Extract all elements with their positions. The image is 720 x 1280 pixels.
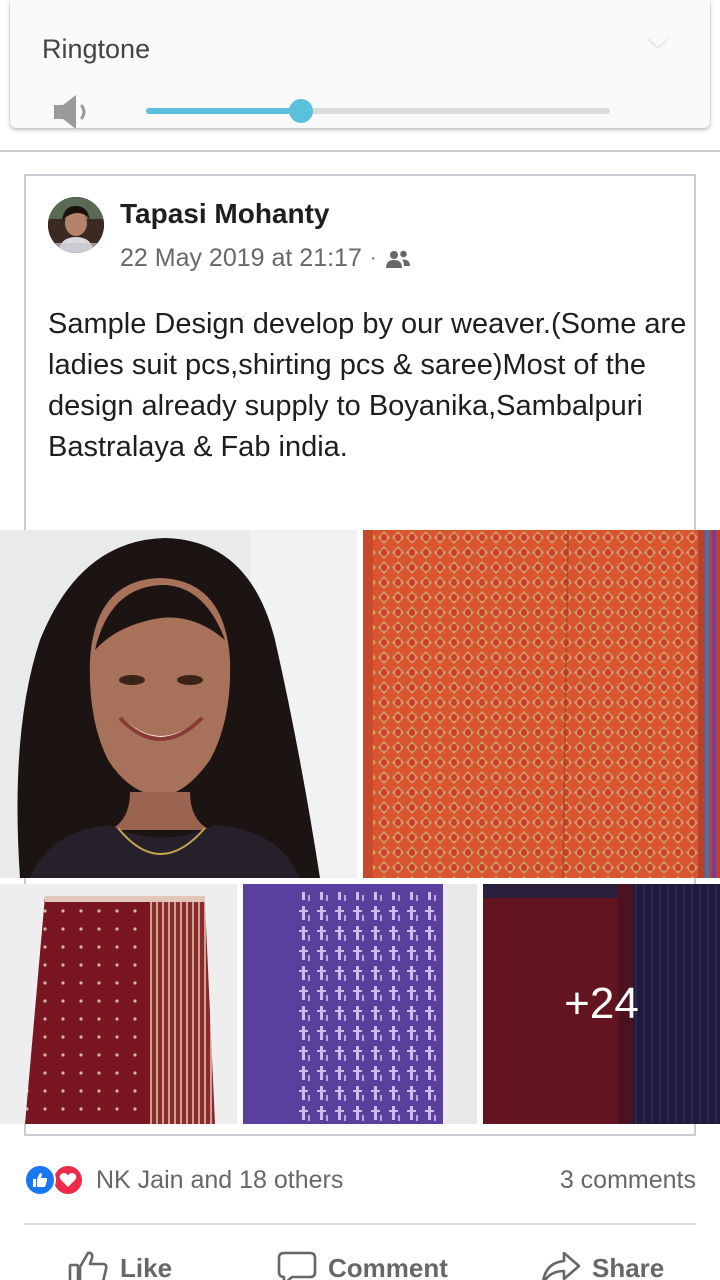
post-timestamp[interactable]: 22 May 2019 at 21:17 bbox=[120, 244, 362, 273]
reaction-icons bbox=[24, 1164, 90, 1196]
volume-slider-thumb[interactable] bbox=[288, 99, 313, 123]
divider bbox=[24, 1223, 696, 1225]
divider bbox=[0, 150, 720, 152]
like-reaction-icon bbox=[24, 1164, 56, 1196]
chevron-down-icon[interactable] bbox=[646, 36, 670, 52]
like-label: Like bbox=[120, 1252, 173, 1280]
comment-label: Comment bbox=[328, 1252, 448, 1280]
volume-slider-fill bbox=[146, 108, 301, 114]
meta-separator: · bbox=[369, 247, 377, 269]
volume-panel: Ringtone bbox=[10, 0, 710, 129]
post-author-name[interactable]: Tapasi Mohanty bbox=[120, 198, 330, 230]
love-reaction-icon bbox=[52, 1164, 84, 1196]
more-photos-count: +24 bbox=[564, 979, 639, 1028]
share-label: Share bbox=[592, 1252, 665, 1280]
post-photo-purple-saree[interactable] bbox=[243, 884, 477, 1124]
volume-stream-title: Ringtone bbox=[42, 34, 151, 64]
post-photo-more[interactable]: +24 bbox=[483, 884, 720, 1124]
share-icon bbox=[542, 1251, 581, 1280]
volume-slider[interactable] bbox=[146, 99, 610, 123]
comments-count[interactable]: 3 comments bbox=[560, 1166, 696, 1195]
friends-icon bbox=[385, 250, 410, 268]
post-photo-orange-saree[interactable] bbox=[363, 530, 720, 878]
reactions-row[interactable]: NK Jain and 18 others 3 comments bbox=[24, 1160, 696, 1200]
post-meta: 22 May 2019 at 21:17 · bbox=[120, 244, 411, 273]
comment-icon bbox=[277, 1251, 317, 1280]
thumbs-up-icon bbox=[68, 1251, 108, 1280]
post-text: Sample Design develop by our weaver.(Som… bbox=[48, 308, 687, 463]
avatar[interactable] bbox=[48, 197, 104, 253]
speaker-icon[interactable] bbox=[50, 92, 98, 132]
comment-button[interactable]: Comment bbox=[276, 1246, 448, 1280]
share-button[interactable]: Share bbox=[540, 1246, 664, 1280]
post-photo-portrait[interactable] bbox=[0, 530, 357, 878]
like-button[interactable]: Like bbox=[68, 1246, 172, 1280]
more-photos-overlay[interactable]: +24 bbox=[483, 884, 720, 1124]
post-photo-maroon-saree[interactable] bbox=[0, 884, 237, 1124]
reaction-names[interactable]: NK Jain and 18 others bbox=[96, 1166, 343, 1195]
